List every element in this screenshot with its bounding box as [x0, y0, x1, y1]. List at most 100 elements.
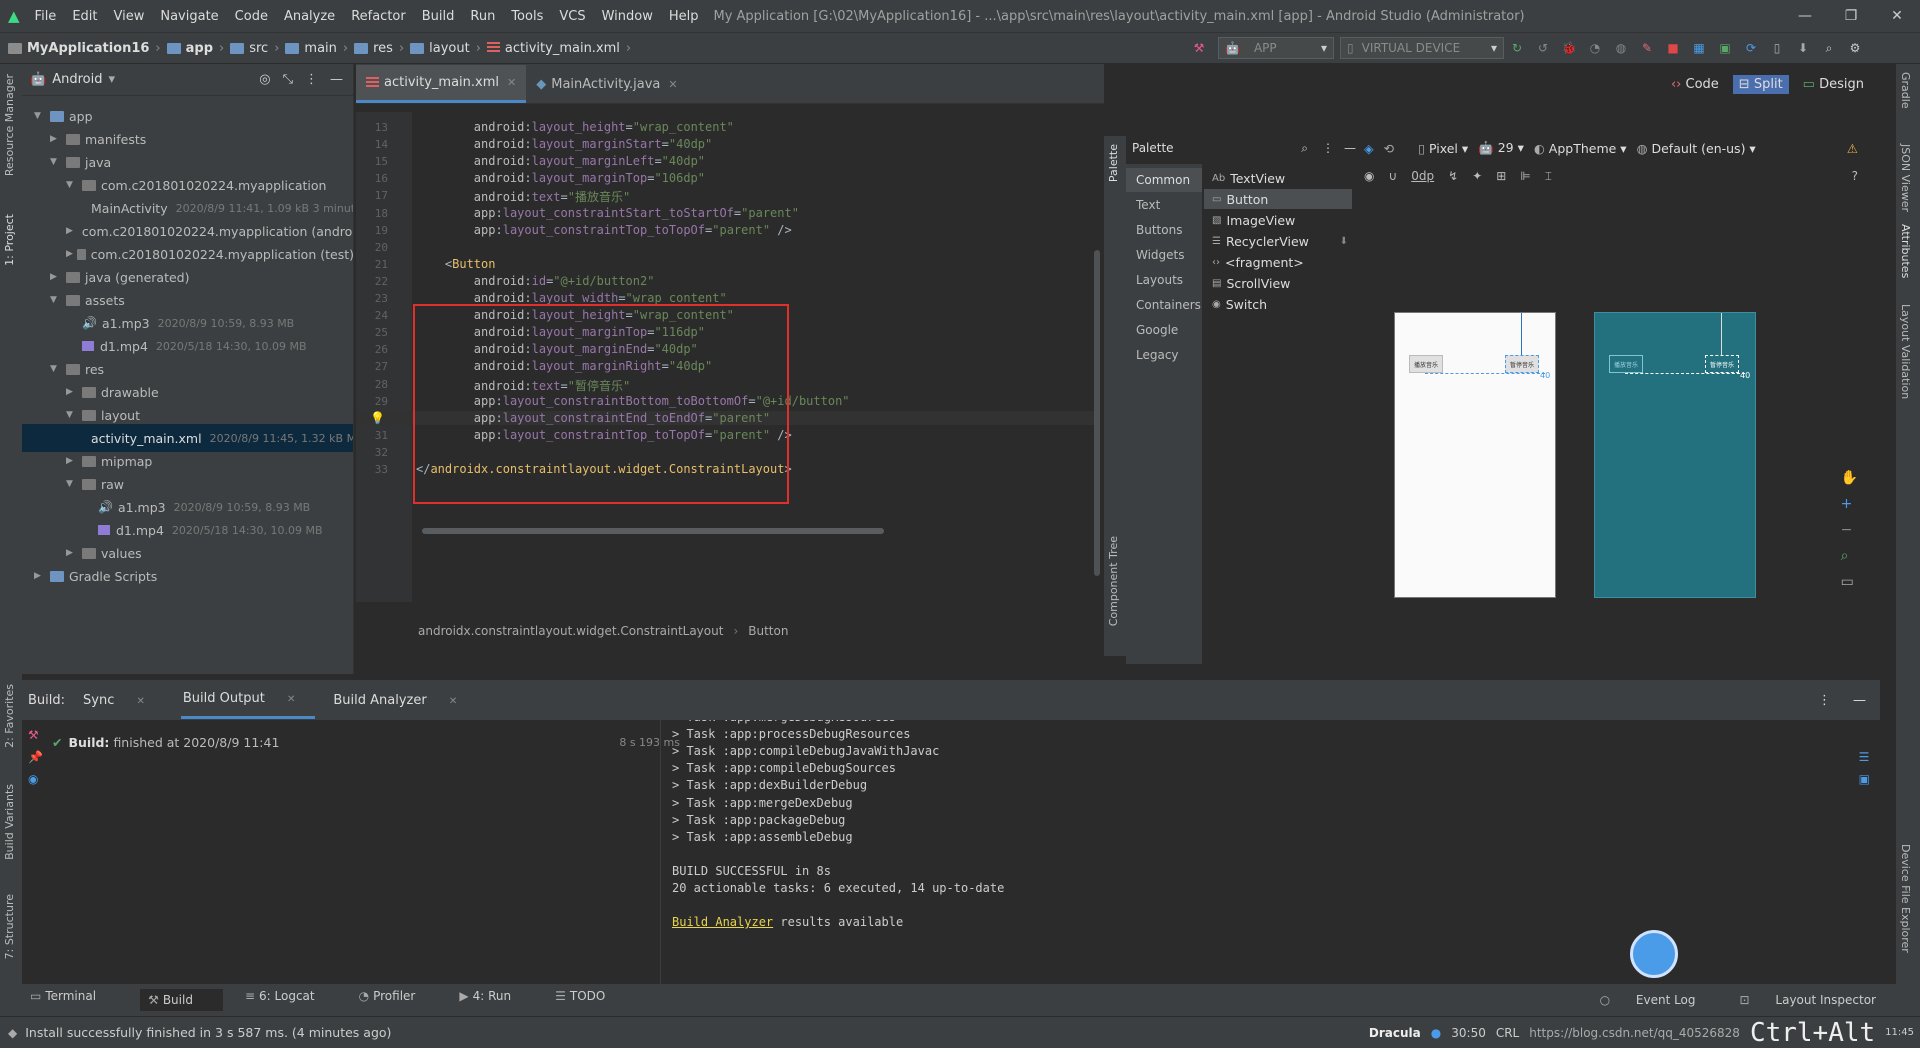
close-tab-icon[interactable]: ✕: [507, 76, 516, 89]
attributes-tab[interactable]: Attributes: [1899, 224, 1912, 278]
code-line[interactable]: android:layout_width="wrap_content": [416, 291, 727, 305]
crumb-constraint-layout[interactable]: androidx.constraintlayout.widget.Constra…: [418, 624, 723, 638]
minimize-button[interactable]: —: [1782, 0, 1828, 32]
chevron-down-icon[interactable]: ▼: [66, 180, 78, 190]
sync-gradle-icon[interactable]: ⟳: [1743, 40, 1759, 56]
chevron-down-icon[interactable]: ▼: [66, 410, 78, 420]
horizontal-scrollbar[interactable]: [422, 528, 884, 534]
bottom-tool-run[interactable]: ▶ 4: Run: [459, 989, 533, 1011]
code-line[interactable]: android:layout_marginLeft="40dp": [416, 154, 705, 168]
locale-select[interactable]: ◍ Default (en-us) ▾: [1637, 141, 1756, 156]
resource-manager-tab[interactable]: Resource Manager: [3, 74, 16, 176]
chevron-right-icon[interactable]: ▶: [66, 387, 78, 397]
theme-indicator[interactable]: Dracula: [1369, 1026, 1421, 1040]
code-line[interactable]: android:layout_marginTop="106dp": [416, 171, 705, 185]
build-output[interactable]: > Task :app:mergeDebugResources > Task :a…: [672, 720, 1772, 984]
event-log-button[interactable]: ○ Event Log: [1600, 993, 1718, 1007]
hide-panel-icon[interactable]: —: [1853, 693, 1866, 708]
palette-item[interactable]: ‹› <fragment>: [1204, 252, 1352, 272]
layout-validation-tab[interactable]: Layout Validation: [1899, 304, 1912, 399]
menu-analyze[interactable]: Analyze: [277, 9, 342, 24]
build-status-row[interactable]: ✔ Build: finished at 2020/8/9 11:41 8 s …: [52, 730, 680, 754]
menu-refactor[interactable]: Refactor: [344, 9, 413, 24]
menu-run[interactable]: Run: [463, 9, 502, 24]
layout-inspector-button[interactable]: ⊡ Layout Inspector: [1740, 993, 1898, 1007]
chevron-right-icon[interactable]: ▶: [50, 272, 62, 282]
infer-constraints-icon[interactable]: ✦: [1472, 169, 1482, 183]
bottom-tool-profiler[interactable]: ◔ Profiler: [359, 989, 438, 1011]
help-icon[interactable]: ?: [1852, 169, 1858, 183]
blueprint-preview-screen[interactable]: 播放音乐 暂停音乐 40: [1594, 312, 1756, 598]
chevron-right-icon[interactable]: ▶: [34, 571, 46, 581]
floating-assistant-icon[interactable]: [1630, 930, 1678, 978]
target-icon[interactable]: ◎: [259, 72, 270, 87]
chevron-down-icon[interactable]: ▾: [108, 72, 115, 87]
more-options-icon[interactable]: ⋮: [1818, 693, 1831, 708]
menu-tools[interactable]: Tools: [504, 9, 550, 24]
breadcrumb-item[interactable]: MyApplication16: [8, 41, 149, 56]
code-line[interactable]: android:layout_marginStart="40dp": [416, 137, 712, 151]
chevron-right-icon[interactable]: ▶: [66, 548, 78, 558]
download-icon[interactable]: ⬇: [1340, 236, 1348, 247]
zoom-out-icon[interactable]: −: [1841, 522, 1858, 538]
preview-play-button[interactable]: 播放音乐: [1409, 355, 1443, 373]
tab-build-analyzer[interactable]: Build Analyzer ✕: [333, 693, 475, 708]
design-canvas[interactable]: 播放音乐 暂停音乐 40 播放音乐 暂停音乐 40 ✋ + − ⌕ ▭: [1358, 194, 1858, 664]
code-line[interactable]: android:text="播放音乐": [416, 188, 630, 205]
menu-build[interactable]: Build: [415, 9, 462, 24]
build-analyzer-link[interactable]: Build Analyzer: [672, 915, 773, 929]
code-line[interactable]: <Button: [416, 257, 496, 271]
palette-item[interactable]: ▤ ScrollView: [1204, 273, 1352, 293]
blueprint-play-button[interactable]: 播放音乐: [1609, 355, 1643, 373]
tab-activity-main[interactable]: activity_main.xml ✕: [356, 65, 527, 103]
wrap-icon[interactable]: ☰: [1859, 750, 1870, 764]
menu-vcs[interactable]: VCS: [552, 9, 592, 24]
palette-item[interactable]: ☰ RecyclerView ⬇: [1204, 231, 1352, 251]
chevron-right-icon[interactable]: ▶: [66, 456, 78, 466]
menu-navigate[interactable]: Navigate: [153, 9, 225, 24]
bottom-tool-todo[interactable]: ☰ TODO: [555, 989, 627, 1011]
apply-changes-icon[interactable]: ↻: [1509, 40, 1525, 56]
settings-icon[interactable]: ⚙: [1847, 40, 1863, 56]
code-line[interactable]: android:layout_height="wrap_content": [416, 120, 734, 134]
orientation-icon[interactable]: ⟲: [1384, 141, 1394, 156]
menu-code[interactable]: Code: [228, 9, 275, 24]
gradle-tab[interactable]: Gradle: [1899, 72, 1912, 109]
debug-icon[interactable]: 🐞: [1561, 40, 1577, 56]
coverage-icon[interactable]: ◍: [1613, 40, 1629, 56]
device-select[interactable]: ▯ Pixel ▾: [1418, 141, 1468, 156]
json-viewer-tab[interactable]: JSON Viewer: [1899, 144, 1912, 212]
scroll-end-icon[interactable]: ▣: [1859, 772, 1870, 786]
chevron-down-icon[interactable]: ▼: [50, 157, 62, 167]
blueprint-pause-button[interactable]: 暂停音乐: [1705, 355, 1739, 373]
design-preview-screen[interactable]: 播放音乐 暂停音乐 40: [1394, 312, 1556, 598]
project-view-select[interactable]: Android: [52, 72, 102, 87]
hammer-icon[interactable]: ⚒: [28, 728, 39, 742]
sdk-manager-icon[interactable]: ⬇: [1795, 40, 1811, 56]
status-message[interactable]: Install successfully finished in 3 s 587…: [25, 1025, 391, 1040]
eye-icon[interactable]: ◉: [1364, 169, 1374, 183]
breadcrumb-item[interactable]: layout: [410, 41, 470, 56]
zoom-actual-icon[interactable]: ▭: [1841, 574, 1858, 590]
layers-icon[interactable]: ◈: [1364, 141, 1374, 156]
default-margin-select[interactable]: 0dp: [1411, 169, 1434, 183]
chevron-down-icon[interactable]: ▼: [34, 111, 46, 121]
palette-item[interactable]: ▧ ImageView: [1204, 210, 1352, 230]
maximize-button[interactable]: ❐: [1828, 0, 1874, 32]
preview-pause-button[interactable]: 暂停音乐: [1505, 355, 1539, 373]
bottom-tool-logcat[interactable]: ≡ 6: Logcat: [245, 989, 337, 1011]
hide-panel-icon[interactable]: —: [330, 72, 343, 87]
chevron-right-icon[interactable]: ▶: [50, 134, 62, 144]
code-line[interactable]: android:id="@+id/button2": [416, 274, 655, 288]
palette-item[interactable]: ◉ Switch: [1204, 294, 1352, 314]
profile-icon[interactable]: ◔: [1587, 40, 1603, 56]
eye-icon[interactable]: ◉: [28, 772, 38, 786]
menu-edit[interactable]: Edit: [65, 9, 104, 24]
apply-code-changes-icon[interactable]: ↺: [1535, 40, 1551, 56]
vertical-scrollbar[interactable]: [1094, 250, 1100, 576]
tab-main-activity[interactable]: ◆ MainActivity.java ✕: [526, 65, 687, 103]
theme-select[interactable]: ◐ AppTheme ▾: [1534, 141, 1627, 156]
crumb-button[interactable]: Button: [748, 624, 788, 638]
split-view-button[interactable]: ⊟ Split: [1732, 74, 1789, 94]
breadcrumb-item[interactable]: app: [166, 41, 213, 56]
